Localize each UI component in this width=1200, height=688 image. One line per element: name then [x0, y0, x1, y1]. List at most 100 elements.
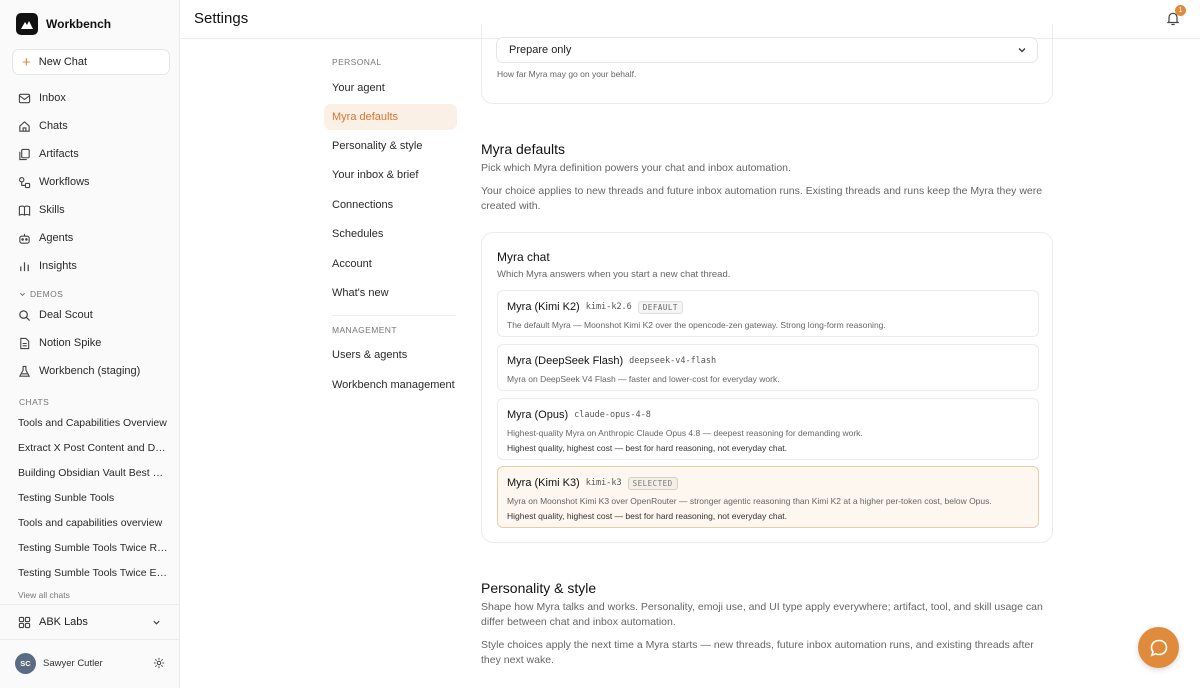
- plus-icon: +: [22, 53, 31, 71]
- settings-nav-divider: [332, 315, 456, 316]
- selected-badge: SELECTED: [627, 476, 678, 490]
- sidebar-item-label: Deal Scout: [39, 309, 93, 321]
- option-name: Myra (Kimi K3): [507, 477, 580, 489]
- option-description: Highest-quality Myra on Anthropic Claude…: [507, 428, 863, 438]
- sidebar-item-label: Chats: [39, 120, 68, 132]
- chat-list-item[interactable]: Testing Sunble Tools: [18, 489, 168, 507]
- chat-list-item[interactable]: Testing Sumble Tools Twice Ea...: [18, 564, 168, 582]
- book-icon: [18, 205, 31, 216]
- myra-option-deepseek-flash[interactable]: Myra (DeepSeek Flash) deepseek-v4-flash …: [497, 344, 1039, 391]
- option-name: Myra (Opus): [507, 409, 569, 421]
- sidebar-item-label: Workflows: [39, 176, 90, 188]
- option-model-code: kimi-k2.6: [585, 302, 632, 312]
- new-chat-label: New Chat: [38, 56, 88, 68]
- chat-list-item[interactable]: Building Obsidian Vault Best Pr...: [18, 464, 168, 482]
- option-description: Myra on DeepSeek V4 Flash — faster and l…: [507, 374, 780, 384]
- option-model-code: claude-opus-4-8: [574, 410, 651, 420]
- option-description: Myra on Moonshot Kimi K3 over OpenRouter…: [507, 496, 992, 506]
- demos-section-toggle[interactable]: DEMOS: [19, 289, 63, 299]
- option-cost-note: Highest quality, highest cost — best for…: [507, 511, 788, 521]
- sidebar-item-inbox[interactable]: Inbox: [18, 88, 168, 108]
- new-chat-button[interactable]: + New Chat: [12, 49, 170, 75]
- sidebar-item-agents[interactable]: Agents: [18, 228, 168, 248]
- grid-icon: [18, 616, 31, 628]
- chat-list-item[interactable]: Testing Sumble Tools Twice Re...: [18, 539, 168, 557]
- sidebar-item-label: Inbox: [39, 92, 66, 104]
- notifications-button[interactable]: 1: [1166, 5, 1186, 27]
- sidebar-item-label: Notion Spike: [39, 337, 102, 349]
- document-icon: [20, 337, 30, 349]
- settings-nav-schedules[interactable]: Schedules: [324, 221, 457, 247]
- personality-note: Style choices apply the next time a Myra…: [481, 639, 1034, 666]
- myra-option-kimi-k2[interactable]: Myra (Kimi K2) kimi-k2.6 DEFAULT The def…: [497, 290, 1039, 337]
- chevron-down-icon: [19, 292, 26, 296]
- settings-nav-whats-new[interactable]: What's new: [324, 280, 457, 306]
- settings-nav-users-agents[interactable]: Users & agents: [324, 342, 457, 368]
- workbench-logo-icon: [16, 13, 38, 35]
- myra-chat-subtitle: Which Myra answers when you start a new …: [497, 269, 731, 280]
- inbox-icon: [18, 93, 31, 103]
- chat-list-item[interactable]: Tools and Capabilities Overview: [18, 414, 168, 432]
- settings-nav-myra-defaults[interactable]: Myra defaults: [324, 104, 457, 130]
- settings-nav-your-agent[interactable]: Your agent: [324, 75, 457, 101]
- bar-chart-icon: [20, 261, 29, 271]
- chats-section-label: CHATS: [19, 397, 49, 407]
- sidebar-item-label: Insights: [39, 260, 77, 272]
- sidebar-item-workbench-staging[interactable]: Workbench (staging): [18, 361, 168, 381]
- personality-desc: Shape how Myra talks and works. Personal…: [481, 601, 1043, 628]
- sidebar-item-insights[interactable]: Insights: [18, 256, 168, 276]
- chevron-down-icon: [153, 620, 160, 625]
- chats-label: CHATS: [19, 397, 50, 407]
- default-badge: DEFAULT: [637, 300, 683, 314]
- autonomy-select[interactable]: Prepare only: [496, 37, 1038, 63]
- chat-list-item[interactable]: Tools and capabilities overview: [18, 514, 168, 532]
- sidebar-item-label: Agents: [39, 232, 74, 244]
- home-icon: [19, 120, 30, 132]
- user-name: Sawyer Cutler: [43, 657, 103, 669]
- sidebar-item-notion-spike[interactable]: Notion Spike: [18, 333, 168, 353]
- settings-nav-connections[interactable]: Connections: [324, 192, 457, 218]
- artifacts-icon: [19, 148, 30, 160]
- sidebar-item-deal-scout[interactable]: Deal Scout: [18, 305, 168, 325]
- notification-badge: 1: [1175, 5, 1186, 16]
- brand[interactable]: Workbench: [16, 13, 111, 35]
- page-title: Settings: [194, 10, 249, 27]
- chat-fab-button[interactable]: [1138, 627, 1179, 668]
- settings-nav-personality-style[interactable]: Personality & style: [324, 133, 457, 159]
- chat-bubble-icon: [1149, 639, 1167, 657]
- search-icon: [19, 309, 31, 321]
- option-model-code: kimi-k3: [585, 478, 622, 488]
- sidebar-item-chats[interactable]: Chats: [18, 116, 168, 136]
- settings-nav-workbench-management[interactable]: Workbench management: [324, 372, 457, 398]
- personality-title: Personality & style: [481, 580, 597, 596]
- gear-icon[interactable]: [153, 657, 165, 669]
- myra-option-kimi-k3[interactable]: Myra (Kimi K3) kimi-k3 SELECTED Myra on …: [497, 466, 1039, 528]
- user-profile[interactable]: SC Sawyer Cutler: [15, 652, 165, 674]
- org-switcher[interactable]: ABK Labs: [0, 604, 179, 640]
- myra-defaults-desc: Pick which Myra definition powers your c…: [481, 162, 791, 174]
- sidebar-item-artifacts[interactable]: Artifacts: [18, 144, 168, 164]
- chat-list-item[interactable]: Extract X Post Content and De...: [18, 439, 168, 457]
- view-all-chats-link[interactable]: View all chats: [18, 590, 70, 600]
- option-model-code: deepseek-v4-flash: [629, 356, 717, 366]
- sidebar-item-label: Artifacts: [39, 148, 79, 160]
- myra-chat-title: Myra chat: [497, 250, 550, 264]
- myra-defaults-title: Myra defaults: [481, 141, 566, 157]
- sidebar-item-skills[interactable]: Skills: [18, 200, 168, 220]
- flask-icon: [18, 365, 31, 377]
- myra-chat-card: Myra chat Which Myra answers when you st…: [481, 232, 1053, 543]
- chevron-down-icon: [1018, 48, 1026, 53]
- demos-label: DEMOS: [30, 289, 64, 299]
- myra-option-opus[interactable]: Myra (Opus) claude-opus-4-8 Highest-qual…: [497, 398, 1039, 460]
- option-name: Myra (Kimi K2): [507, 301, 580, 313]
- sidebar-item-workflows[interactable]: Workflows: [18, 172, 168, 192]
- app-name: Workbench: [46, 17, 112, 31]
- management-section-label: MANAGEMENT: [332, 325, 397, 335]
- option-cost-note: Highest quality, highest cost — best for…: [507, 443, 788, 453]
- settings-nav-account[interactable]: Account: [324, 251, 457, 277]
- workflow-icon: [19, 176, 31, 188]
- personal-section-label: PERSONAL: [332, 57, 382, 67]
- settings-nav-inbox-brief[interactable]: Your inbox & brief: [324, 162, 457, 188]
- org-name: ABK Labs: [39, 616, 88, 628]
- myra-defaults-note: Your choice applies to new threads and f…: [481, 185, 1043, 212]
